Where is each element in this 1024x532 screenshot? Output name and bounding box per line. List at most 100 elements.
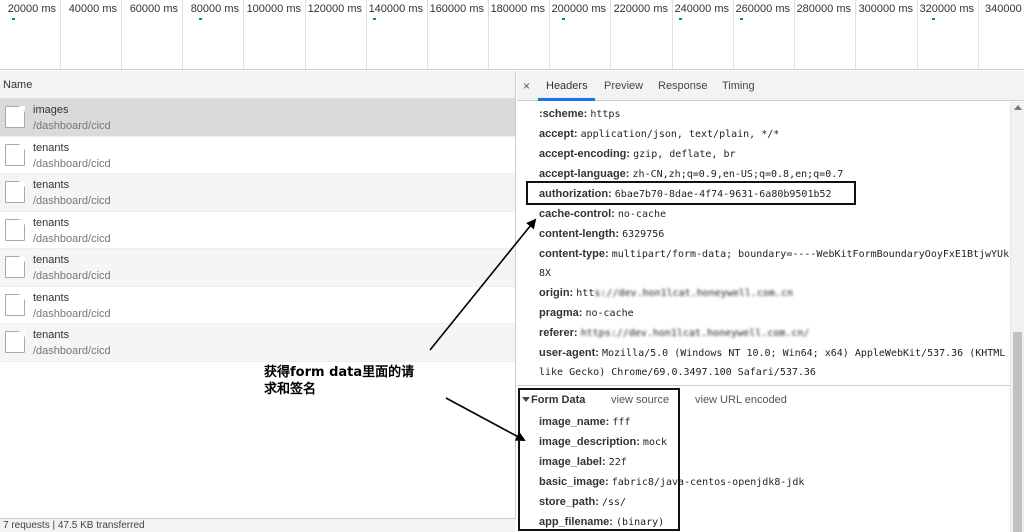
request-list-panel: Name images/dashboard/cicd tenants/dashb… — [0, 71, 516, 532]
tick-label: 40000 ms — [68, 3, 117, 15]
header-value: multipart/form-data; boundary=----WebKit… — [611, 249, 1010, 260]
document-icon — [5, 218, 25, 241]
document-icon — [5, 256, 25, 278]
header-value: https — [590, 109, 621, 120]
request-row[interactable]: tenants/dashboard/cicd — [0, 174, 515, 212]
tick-label: 280000 ms — [796, 3, 851, 15]
timeline-tick: 220000 ms — [611, 0, 673, 69]
timeline-tick: 240000 ms — [673, 0, 734, 69]
document-icon — [5, 106, 25, 128]
tick-label: 20000 ms — [7, 3, 56, 15]
request-row[interactable]: tenants/dashboard/cicd — [0, 324, 515, 362]
timeline-mark — [199, 18, 202, 20]
header-key: pragma: — [539, 307, 583, 319]
timeline-tick: 40000 ms — [61, 0, 122, 69]
form-field-value: 22f — [608, 457, 627, 468]
timeline-tick: 140000 ms — [367, 0, 428, 69]
header-row: accept-language: zh-CN,zh;q=0.9,en-US;q=… — [539, 168, 843, 180]
request-path: /dashboard/cicd — [33, 345, 111, 357]
header-value: zh-CN,zh;q=0.9,en-US;q=0.8,en;q=0.7 — [632, 169, 844, 180]
tick-label: 100000 ms — [246, 3, 301, 15]
form-field-row: image_description: mock — [539, 436, 667, 448]
request-name: tenants — [33, 291, 70, 304]
header-row: :scheme: https — [539, 108, 620, 120]
request-name: tenants — [33, 216, 70, 229]
annotation-line: 求和签名 — [264, 382, 317, 397]
close-icon[interactable]: × — [523, 79, 530, 93]
request-path: /dashboard/cicd — [33, 270, 111, 282]
form-field-key: basic_image: — [539, 476, 609, 488]
form-field-row: store_path: /ss/ — [539, 496, 626, 508]
scrollbar-thumb[interactable] — [1013, 332, 1022, 532]
header-value: Mozilla/5.0 (Windows NT 10.0; Win64; x64… — [601, 348, 1006, 359]
header-row: accept-encoding: gzip, deflate, br — [539, 148, 736, 160]
tick-label: 160000 ms — [429, 3, 484, 15]
request-path: /dashboard/cicd — [33, 157, 111, 170]
timeline-tick: 300000 ms — [856, 0, 918, 69]
timeline-tick: 120000 ms — [306, 0, 367, 69]
header-value: 6329756 — [622, 229, 665, 240]
request-row[interactable]: tenants/dashboard/cicd — [0, 137, 515, 174]
header-key: accept: — [539, 128, 578, 140]
request-headers: :scheme: https accept: application/json,… — [517, 102, 1010, 384]
form-data-section: Form Data view source view URL encoded i… — [517, 385, 1010, 532]
timeline-tick: 20000 ms — [0, 0, 61, 69]
collapse-triangle-icon[interactable] — [522, 397, 530, 402]
tick-label: 60000 ms — [129, 3, 178, 15]
header-key: referer: — [539, 327, 578, 339]
request-name: tenants — [33, 254, 70, 266]
form-field-row: app_filename: (binary) — [539, 516, 664, 528]
header-key: origin: — [539, 287, 574, 299]
scroll-up-arrow-icon[interactable] — [1014, 105, 1022, 110]
form-data-title[interactable]: Form Data — [531, 394, 585, 406]
document-icon — [5, 331, 25, 353]
status-bar: 7 requests | 47.5 KB transferred — [0, 518, 516, 532]
request-path: /dashboard/cicd — [33, 120, 111, 132]
header-row: origin: htts://dev.hon1lcat.honeywell.co… — [539, 287, 793, 299]
timeline-tick: 80000 ms — [183, 0, 244, 69]
form-field-row: image_name: fff — [539, 416, 630, 428]
tick-label: 140000 ms — [368, 3, 423, 15]
tab-preview[interactable]: Preview — [604, 80, 643, 92]
tick-label: 340000 — [985, 3, 1022, 15]
request-row[interactable]: tenants/dashboard/cicd — [0, 212, 515, 249]
header-row: user-agent: Mozilla/5.0 (Windows NT 10.0… — [539, 347, 1005, 359]
view-url-encoded-link[interactable]: view URL encoded — [695, 394, 787, 406]
tick-label: 320000 ms — [919, 3, 974, 15]
form-field-value: (binary) — [616, 517, 665, 528]
tick-label: 200000 ms — [551, 3, 606, 15]
timeline-mark — [562, 18, 565, 20]
request-row[interactable]: images/dashboard/cicd — [0, 99, 515, 137]
name-column-header[interactable]: Name — [0, 71, 515, 99]
timeline-overview[interactable]: 20000 ms 40000 ms 60000 ms 80000 ms 1000… — [0, 0, 1024, 70]
view-source-link[interactable]: view source — [611, 394, 669, 406]
tick-label: 220000 ms — [613, 3, 668, 15]
tab-headers[interactable]: Headers — [546, 80, 588, 92]
timeline-tick: 200000 ms — [550, 0, 611, 69]
header-key: cache-control: — [539, 208, 615, 220]
request-row[interactable]: tenants/dashboard/cicd — [0, 287, 515, 324]
header-row: accept: application/json, text/plain, */… — [539, 128, 779, 140]
header-key: :scheme: — [539, 108, 588, 120]
header-key: accept-language: — [539, 168, 630, 180]
details-tabbar: × Headers Preview Response Timing — [517, 71, 1024, 101]
document-icon — [5, 143, 25, 166]
timeline-tick: 60000 ms — [122, 0, 183, 69]
timeline-tick: 340000 — [979, 0, 1024, 69]
timeline-mark — [932, 18, 935, 20]
form-field-key: store_path: — [539, 496, 599, 508]
tab-response[interactable]: Response — [658, 80, 708, 92]
header-value: gzip, deflate, br — [633, 149, 736, 160]
form-field-key: app_filename: — [539, 516, 613, 528]
header-key: authorization: — [539, 188, 612, 200]
tab-timing[interactable]: Timing — [722, 80, 755, 92]
request-name: tenants — [33, 179, 70, 191]
request-row[interactable]: tenants/dashboard/cicd — [0, 249, 515, 287]
header-row: pragma: no-cache — [539, 307, 634, 319]
timeline-mark — [373, 18, 376, 20]
tick-label: 240000 ms — [674, 3, 729, 15]
vertical-scrollbar[interactable] — [1010, 102, 1024, 532]
form-field-key: image_label: — [539, 456, 606, 468]
request-path: /dashboard/cicd — [33, 307, 111, 320]
request-name: images — [33, 104, 69, 116]
